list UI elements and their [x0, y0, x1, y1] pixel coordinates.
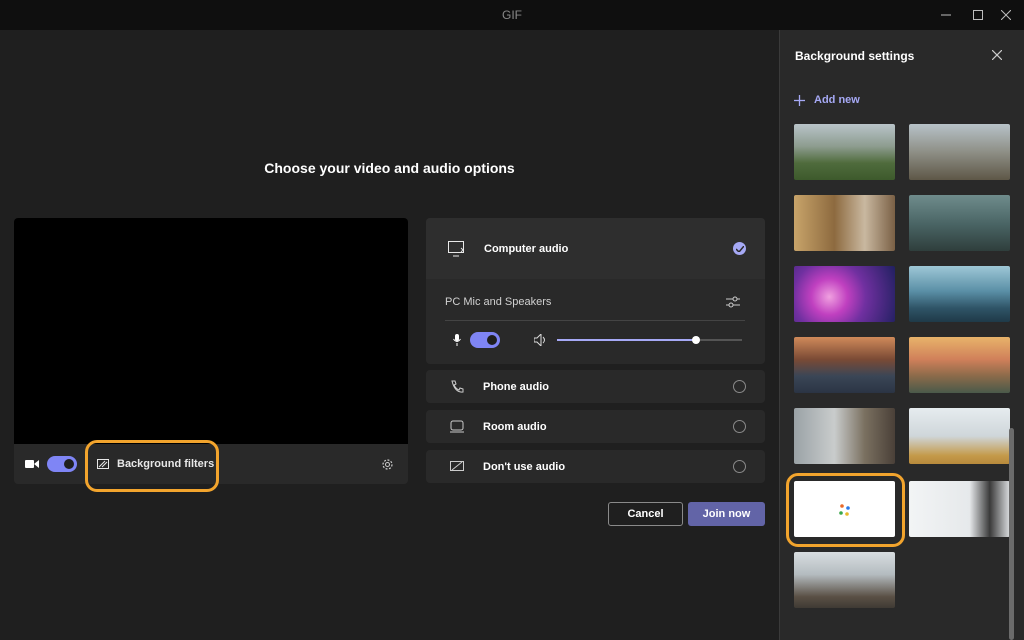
- panel-scrollbar[interactable]: [1009, 428, 1014, 640]
- no-audio-label: Don't use audio: [483, 460, 566, 473]
- camera-icon: [25, 460, 39, 468]
- background-thumbnail-loft-room[interactable]: [794, 408, 895, 464]
- phone-audio-label: Phone audio: [483, 380, 549, 393]
- maximize-icon: [973, 10, 983, 20]
- computer-audio-label: Computer audio: [484, 242, 569, 255]
- background-thumbnail-office-lobby[interactable]: [794, 552, 895, 608]
- divider: [445, 320, 745, 321]
- no-audio-icon: [450, 460, 464, 471]
- phone-audio-option[interactable]: Phone audio: [426, 370, 765, 403]
- close-window-button[interactable]: [988, 0, 1024, 30]
- background-thumbnail-fantasy-village[interactable]: [794, 195, 895, 251]
- speaker-volume-slider[interactable]: [557, 336, 742, 344]
- phone-audio-radio[interactable]: [733, 380, 746, 393]
- no-audio-radio[interactable]: [733, 460, 746, 473]
- selected-check-icon: [733, 242, 746, 255]
- background-thumbnail-mountain-valley[interactable]: [794, 124, 895, 180]
- window-title: GIF: [502, 8, 522, 22]
- background-thumbnail-sunset-town[interactable]: [794, 337, 895, 393]
- add-new-background-button[interactable]: Add new: [794, 94, 860, 106]
- device-settings-sliders-icon[interactable]: [726, 296, 740, 308]
- background-thumbnail-galaxy-nebula[interactable]: [794, 266, 895, 322]
- computer-speaker-icon: [448, 240, 464, 256]
- plus-icon: [794, 94, 805, 106]
- microphone-toggle[interactable]: [470, 332, 500, 348]
- room-audio-option[interactable]: Room audio: [426, 410, 765, 443]
- microphone-icon: [453, 334, 461, 346]
- room-audio-radio[interactable]: [733, 420, 746, 433]
- panel-title: Background settings: [795, 49, 915, 63]
- speaker-volume-fill: [557, 339, 696, 341]
- phone-icon: [451, 380, 464, 393]
- background-settings-panel: Background settings Add new: [779, 30, 1024, 640]
- background-thumbnail-painted-landscape[interactable]: [909, 337, 1010, 393]
- background-thumbnail-meeting-room[interactable]: [909, 408, 1010, 464]
- close-icon: [1001, 10, 1011, 20]
- room-audio-label: Room audio: [483, 420, 547, 433]
- add-new-label: Add new: [814, 94, 860, 106]
- audio-device-label: PC Mic and Speakers: [445, 296, 552, 308]
- background-thumbnail-stone-arch[interactable]: [909, 124, 1010, 180]
- cancel-button[interactable]: Cancel: [608, 502, 683, 526]
- computer-audio-option[interactable]: Computer audio: [426, 218, 765, 279]
- selected-background-highlight: [786, 473, 905, 547]
- minimize-button[interactable]: [928, 0, 964, 30]
- page-title: Choose your video and audio options: [264, 160, 515, 176]
- room-device-icon: [450, 420, 464, 432]
- camera-toggle[interactable]: [47, 456, 77, 472]
- speaker-icon: [534, 334, 545, 346]
- minimize-icon: [941, 14, 951, 16]
- background-thumbnail-white-office[interactable]: [909, 481, 1010, 537]
- title-bar: GIF: [0, 0, 1024, 30]
- background-thumbnail-coastal-island[interactable]: [909, 266, 1010, 322]
- join-now-button[interactable]: Join now: [688, 502, 765, 526]
- device-settings-icon[interactable]: [381, 458, 394, 471]
- no-audio-option[interactable]: Don't use audio: [426, 450, 765, 483]
- speaker-volume-thumb[interactable]: [691, 336, 700, 344]
- computer-audio-card[interactable]: Computer audio PC Mic and Speakers: [426, 218, 765, 364]
- close-panel-icon[interactable]: [992, 50, 1002, 60]
- background-filters-highlight: [85, 440, 219, 492]
- background-thumbnail-alien-structures[interactable]: [909, 195, 1010, 251]
- video-preview: [14, 218, 408, 444]
